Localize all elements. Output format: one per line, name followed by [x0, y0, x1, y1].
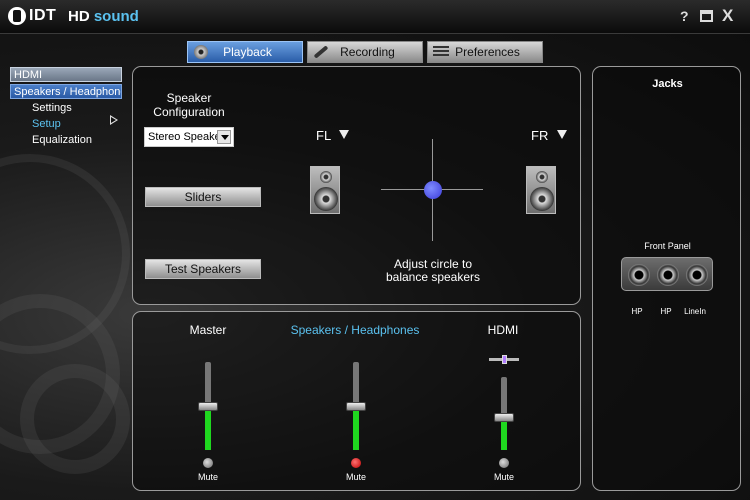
speaker-config-panel: Speaker Configuration Stereo Speakers Sl…	[132, 66, 581, 305]
idt-logo-icon	[8, 7, 26, 25]
speakers-volume-label: Speakers / Headphones	[290, 323, 420, 337]
close-button[interactable]: X	[722, 6, 733, 26]
front-right-dropdown-icon[interactable]	[557, 130, 567, 139]
hdmi-mute-label: Mute	[493, 472, 514, 482]
tab-label: Recording	[340, 45, 395, 59]
balance-handle[interactable]	[424, 181, 442, 199]
selection-arrow-icon	[110, 115, 118, 125]
speakers-mute-toggle[interactable]	[351, 458, 361, 468]
speaker-config-label-line2: Configuration	[153, 105, 225, 119]
front-right-label: FR	[531, 128, 549, 143]
minimize-button[interactable]	[700, 10, 713, 22]
master-volume-label: Master	[189, 323, 227, 337]
list-icon	[431, 43, 451, 61]
sidebar-item-speakers[interactable]: Speakers / Headphones	[10, 84, 122, 99]
balance-hint-line2: balance speakers	[385, 270, 481, 284]
hdmi-volume-fill	[501, 417, 507, 450]
app-title: HD sound	[68, 8, 139, 25]
tab-bar: Playback Recording Preferences	[187, 41, 543, 63]
cd-icon	[191, 43, 211, 61]
background-swirl	[20, 364, 130, 474]
jacks-title: Jacks	[652, 78, 683, 90]
tab-preferences[interactable]: Preferences	[427, 41, 543, 63]
hdmi-volume-thumb[interactable]	[494, 413, 514, 423]
front-panel-label: Front Panel	[644, 241, 691, 251]
master-mute-toggle[interactable]	[203, 458, 213, 468]
front-left-label: FL	[316, 128, 332, 143]
speaker-config-label-line1: Speaker	[166, 91, 212, 105]
master-volume-fill	[205, 406, 211, 450]
sliders-button[interactable]: Sliders	[145, 187, 261, 207]
app-title-accent: sound	[93, 8, 139, 25]
app-title-main: HD	[68, 8, 90, 25]
help-button[interactable]: ?	[680, 8, 689, 24]
hdmi-balance-thumb[interactable]	[502, 355, 507, 364]
volume-panel: Master Speakers / Headphones HDMI Mute M…	[132, 311, 581, 491]
title-bar: IDT HD sound ? X	[0, 0, 750, 34]
jack-label-hp-2: HP	[660, 307, 672, 316]
sidebar-item-settings[interactable]: Settings	[10, 101, 122, 117]
front-left-dropdown-icon[interactable]	[339, 130, 349, 139]
speaker-config-label: Speaker Configuration	[145, 91, 233, 119]
jack-label-line-in: LineIn	[684, 307, 706, 316]
speaker-config-select[interactable]: Stereo Speakers	[144, 127, 234, 147]
chevron-down-icon[interactable]	[217, 130, 231, 144]
tab-label: Playback	[223, 45, 272, 59]
jacks-panel: Jacks Front Panel HP HP LineIn	[592, 66, 741, 491]
sidebar-item-equalization[interactable]: Equalization	[10, 133, 122, 149]
headphone-jack-icon[interactable]	[657, 264, 679, 286]
headphone-jack-icon[interactable]	[628, 264, 650, 286]
jack-label-hp-1: HP	[631, 307, 643, 316]
sidebar: HDMI Speakers / Headphones Settings Setu…	[10, 67, 122, 149]
speakers-volume-thumb[interactable]	[346, 402, 366, 411]
speakers-volume-fill	[353, 406, 359, 450]
sidebar-item-setup[interactable]: Setup	[10, 117, 122, 133]
brand-name: IDT	[29, 7, 57, 24]
hdmi-mute-toggle[interactable]	[499, 458, 509, 468]
hdmi-volume-label: HDMI	[487, 323, 519, 337]
front-left-speaker-icon[interactable]	[310, 166, 340, 214]
master-mute-label: Mute	[197, 472, 218, 482]
speakers-mute-label: Mute	[345, 472, 366, 482]
front-right-speaker-icon[interactable]	[526, 166, 556, 214]
microphone-icon	[311, 43, 331, 61]
test-speakers-button[interactable]: Test Speakers	[145, 259, 261, 279]
sidebar-item-hdmi[interactable]: HDMI	[10, 67, 122, 82]
main-area: Playback Recording Preferences HDMI Spea…	[0, 34, 750, 500]
balance-hint: Adjust circle to balance speakers	[363, 258, 503, 284]
tab-label: Preferences	[455, 45, 520, 59]
background-swirl	[0, 154, 130, 354]
master-volume-thumb[interactable]	[198, 402, 218, 411]
tab-recording[interactable]: Recording	[307, 41, 423, 63]
tab-playback[interactable]: Playback	[187, 41, 303, 63]
idt-logo: IDT	[8, 7, 56, 25]
line-in-jack-icon[interactable]	[686, 264, 708, 286]
front-panel-jacks	[621, 257, 713, 291]
